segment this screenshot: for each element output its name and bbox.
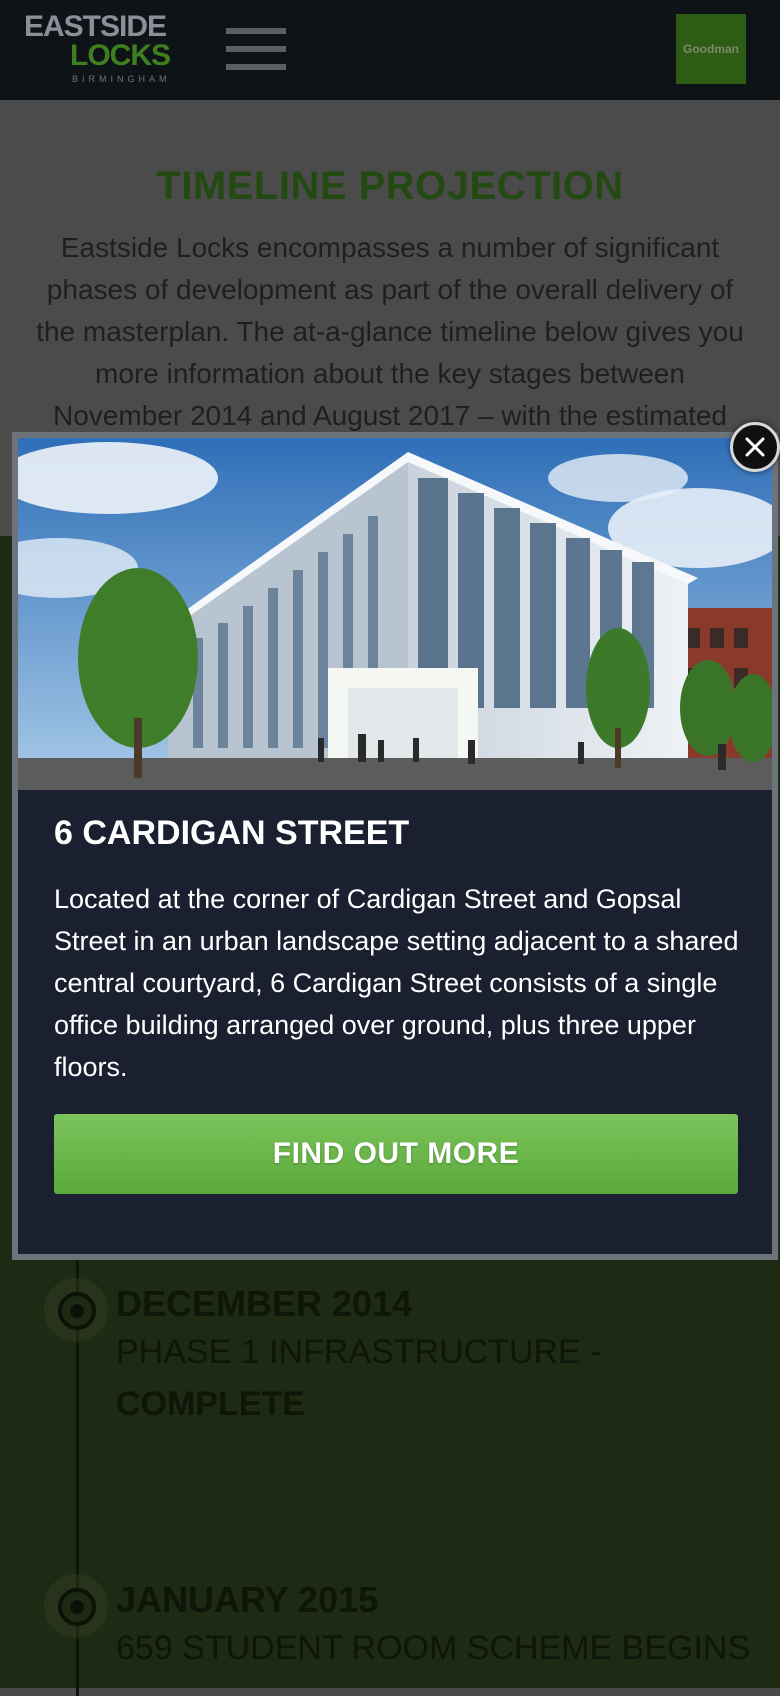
intro-paragraph: Eastside Locks encompasses a number of s… [36,232,744,431]
timeline-marker [58,1292,96,1330]
timeline-date: DECEMBER 2014 [116,1283,413,1324]
goodman-logo[interactable]: Goodman [676,14,746,84]
eastside-locks-logo[interactable]: EASTSIDE LOCKS BIRMINGHAM [24,12,174,90]
site-header: EASTSIDE LOCKS BIRMINGHAM Goodman [0,0,780,100]
goodman-logo-text: Goodman [683,42,739,56]
timeline-marker [58,1588,96,1626]
timeline-date: JANUARY 2015 [116,1579,379,1620]
project-modal: 6 CARDIGAN STREET Located at the corner … [12,432,778,1260]
logo-line-1: EASTSIDE [24,10,167,43]
timeline-item: DECEMBER 2014 PHASE 1 INFRASTRUCTURE - C… [116,1282,602,1430]
modal-description: Located at the corner of Cardigan Street… [54,884,739,1082]
menu-icon[interactable] [226,28,286,70]
find-out-more-button[interactable]: FIND OUT MORE [54,1114,738,1194]
building-photo [18,438,772,790]
logo-line-2: LOCKS [70,39,171,72]
timeline-item: JANUARY 2015 659 STUDENT ROOM SCHEME BEG… [116,1578,750,1674]
timeline-status: COMPLETE [116,1385,305,1423]
close-icon[interactable] [730,422,780,472]
logo-line-3: BIRMINGHAM [72,74,171,84]
timeline-description: 659 STUDENT ROOM SCHEME BEGINS [116,1629,751,1667]
page-title: TIMELINE PROJECTION [156,164,624,208]
timeline-description: PHASE 1 INFRASTRUCTURE - [116,1333,602,1371]
modal-heading: 6 CARDIGAN STREET [54,814,410,852]
